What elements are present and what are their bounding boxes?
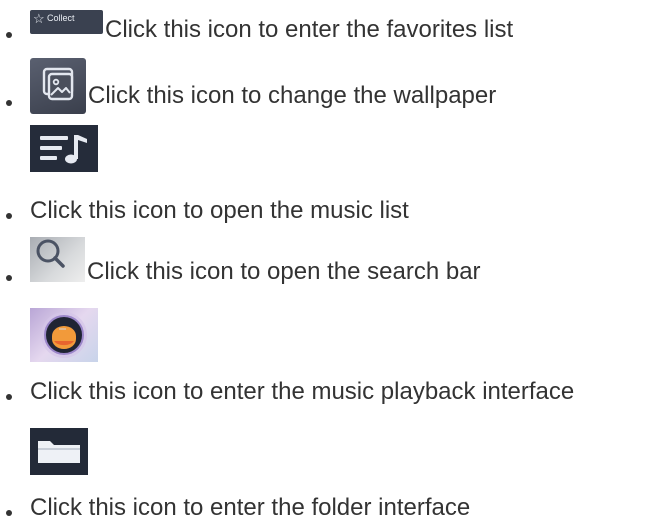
list-item-text: Click this icon to enter the favorites l… xyxy=(105,16,514,43)
folder-icon xyxy=(30,428,88,475)
list-item-text: Click this icon to enter the folder inte… xyxy=(30,494,471,521)
list-item-text: Click this icon to enter the music playb… xyxy=(30,378,575,405)
collect-icon: ☆ Collect xyxy=(30,10,103,34)
collect-icon-label: Collect xyxy=(47,13,75,23)
bullet xyxy=(6,100,12,106)
music-list-icon xyxy=(30,125,98,172)
list-item-text: Click this icon to open the music list xyxy=(30,197,409,224)
bullet xyxy=(6,394,12,400)
bullet xyxy=(6,32,12,38)
star-icon: ☆ xyxy=(33,11,45,26)
music-player-icon xyxy=(30,308,98,362)
wallpaper-icon xyxy=(30,58,86,114)
bullet xyxy=(6,213,12,219)
list-item-text: Click this icon to open the search bar xyxy=(87,258,481,285)
bullet xyxy=(6,510,12,516)
search-icon xyxy=(30,237,85,282)
instruction-document: ☆ Collect Click this icon to enter the f… xyxy=(0,0,651,531)
bullet xyxy=(6,275,12,281)
list-item-text: Click this icon to change the wallpaper xyxy=(88,82,497,109)
